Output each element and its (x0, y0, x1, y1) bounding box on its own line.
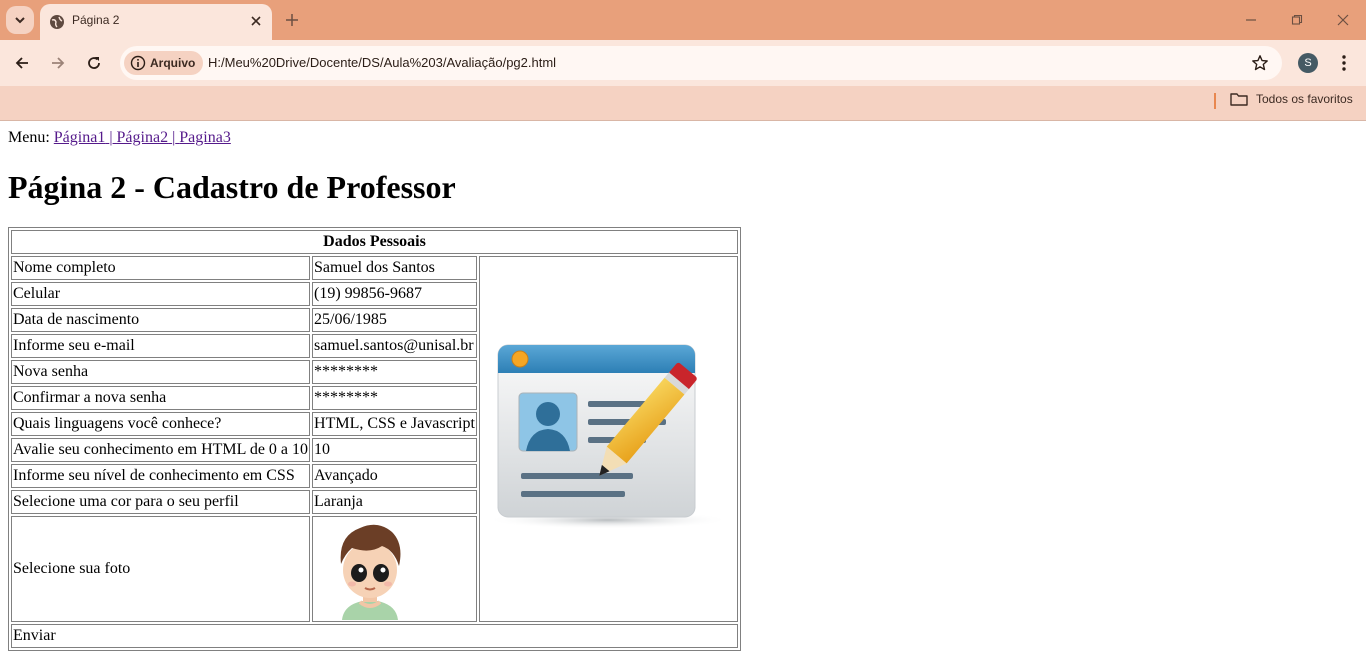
tab-strip: Página 2 (0, 0, 1366, 40)
bookmarks-separator (1214, 93, 1216, 109)
id-card-image-cell (478, 256, 738, 622)
menu-label: Menu: (8, 129, 50, 146)
new-tab-icon[interactable] (282, 10, 302, 30)
page-content: Menu: Página1 | Página2 | Pagina3 Página… (0, 121, 1366, 651)
restore-icon[interactable] (1287, 10, 1307, 30)
row-value: 10 (312, 438, 477, 462)
chevron-down-icon (15, 17, 25, 24)
row-label: Avalie seu conhecimento em HTML de 0 a 1… (11, 438, 311, 462)
row-label: Nova senha (11, 360, 311, 384)
row-label: Informe seu e-mail (11, 334, 311, 358)
address-bar[interactable]: Arquivo H:/Meu%20Drive/Docente/DS/Aula%2… (120, 46, 1282, 80)
back-arrow-icon[interactable] (10, 51, 34, 75)
row-value: HTML, CSS e Javascript (312, 412, 477, 436)
tab-search-button[interactable] (6, 6, 34, 34)
row-label: Confirmar a nova senha (11, 386, 311, 410)
globe-icon (50, 15, 64, 29)
url-text[interactable]: H:/Meu%20Drive/Docente/DS/Aula%203/Avali… (208, 55, 556, 70)
row-value: ******** (312, 360, 477, 384)
row-label: Selecione sua foto (11, 516, 311, 622)
submit-cell[interactable]: Enviar (11, 624, 738, 648)
row-value: (19) 99856-9687 (312, 282, 477, 306)
close-window-icon[interactable] (1333, 10, 1353, 30)
tab-title: Página 2 (72, 13, 120, 27)
browser-toolbar: Arquivo H:/Meu%20Drive/Docente/DS/Aula%2… (0, 40, 1366, 86)
row-label: Selecione uma cor para o seu perfil (11, 490, 311, 514)
reload-icon[interactable] (82, 51, 106, 75)
menu-link-pagina1[interactable]: Página1 | Página2 | Pagina3 (54, 129, 231, 146)
all-bookmarks-folder[interactable]: Todos os favoritos (1230, 92, 1353, 106)
row-label: Informe seu nível de conhecimento em CSS (11, 464, 311, 488)
folder-icon (1230, 93, 1248, 106)
bookmarks-bar: Todos os favoritos (0, 86, 1366, 121)
profile-photo-cell (312, 516, 477, 622)
row-label: Quais linguagens você conhece? (11, 412, 311, 436)
table-row: Nome completo Samuel dos Santos (11, 256, 738, 622)
menu: Menu: Página1 | Página2 | Pagina3 (8, 129, 231, 147)
info-icon (130, 55, 146, 71)
site-info-chip[interactable]: Arquivo (124, 51, 204, 75)
profile-avatar[interactable]: S (1298, 53, 1318, 73)
forward-arrow-icon[interactable] (46, 51, 70, 75)
row-value: Avançado (312, 464, 477, 488)
row-value: 25/06/1985 (312, 308, 477, 332)
id-card-edit-icon (486, 344, 731, 529)
star-icon[interactable] (1250, 53, 1270, 73)
avatar (340, 524, 401, 620)
row-label: Celular (11, 282, 311, 306)
row-label: Nome completo (11, 256, 311, 280)
more-menu-icon[interactable] (1334, 52, 1354, 74)
row-value: Samuel dos Santos (312, 256, 477, 280)
row-label: Data de nascimento (11, 308, 311, 332)
minimize-icon[interactable] (1241, 10, 1261, 30)
row-value: Laranja (312, 490, 477, 514)
bookmarks-folder-label: Todos os favoritos (1256, 92, 1353, 106)
personal-data-table: Dados Pessoais Nome completo Samuel dos … (8, 227, 741, 651)
page-title: Página 2 - Cadastro de Professor (8, 169, 456, 205)
tab-active[interactable]: Página 2 (40, 4, 272, 40)
close-icon[interactable] (248, 13, 264, 29)
row-value: samuel.santos@unisal.br (312, 334, 477, 358)
site-chip-label: Arquivo (150, 56, 196, 70)
row-value: ******** (312, 386, 477, 410)
table-header: Dados Pessoais (11, 230, 738, 254)
